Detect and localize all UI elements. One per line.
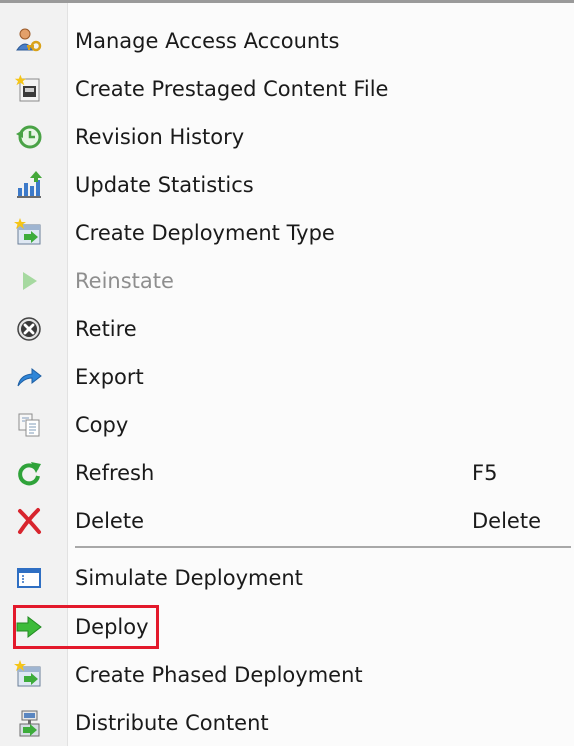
menu-item-reinstate: Reinstate [0, 258, 574, 304]
menu-item-label: Update Statistics [75, 173, 254, 197]
menu-separator [75, 546, 571, 548]
menu-item-delete[interactable]: Delete Delete [0, 498, 574, 544]
menu-item-export[interactable]: Export [0, 354, 574, 400]
manage-access-accounts-icon [14, 26, 44, 56]
menu-item-distribute-content[interactable]: Distribute Content [0, 700, 574, 746]
menu-item-label: Copy [75, 413, 129, 437]
menu-item-label: Revision History [75, 125, 245, 149]
shortcut-f5: F5 [472, 461, 498, 485]
menu-item-revision-history[interactable]: Revision History [0, 114, 574, 160]
menu-item-label: Export [75, 365, 144, 389]
menu-item-label: Retire [75, 317, 137, 341]
menu-item-label: Create Phased Deployment [75, 663, 363, 687]
retire-icon [14, 314, 44, 344]
delete-icon [14, 506, 44, 536]
create-prestaged-content-file-icon [14, 74, 44, 104]
menu-item-manage-access-accounts[interactable]: Manage Access Accounts [0, 18, 574, 64]
copy-icon [14, 410, 44, 440]
menu-item-create-prestaged-content-file[interactable]: Create Prestaged Content File [0, 66, 574, 112]
revision-history-icon [14, 122, 44, 152]
menu-item-retire[interactable]: Retire [0, 306, 574, 352]
menu-item-label: Reinstate [75, 269, 174, 293]
update-statistics-icon [14, 170, 44, 200]
create-phased-deployment-icon [14, 660, 44, 690]
menu-item-label: Delete [75, 509, 144, 533]
menu-item-update-statistics[interactable]: Update Statistics [0, 162, 574, 208]
menu-item-label: Distribute Content [75, 711, 269, 735]
simulate-deployment-icon [14, 563, 44, 593]
menu-item-copy[interactable]: Copy [0, 402, 574, 448]
menu-item-create-deployment-type[interactable]: Create Deployment Type [0, 210, 574, 256]
refresh-icon [14, 458, 44, 488]
menu-item-label: Create Prestaged Content File [75, 77, 389, 101]
menu-item-label: Refresh [75, 461, 155, 485]
menu-item-refresh[interactable]: Refresh F5 [0, 450, 574, 496]
deploy-highlight-box [13, 605, 159, 649]
export-icon [14, 362, 44, 392]
context-menu: Manage Access Accounts Create Prestaged … [0, 0, 574, 746]
reinstate-icon [14, 266, 44, 296]
menu-item-label: Create Deployment Type [75, 221, 335, 245]
create-deployment-type-icon [14, 218, 44, 248]
menu-item-simulate-deployment[interactable]: Simulate Deployment [0, 555, 574, 601]
menu-item-create-phased-deployment[interactable]: Create Phased Deployment [0, 652, 574, 698]
menu-top-border [0, 0, 574, 3]
menu-item-label: Manage Access Accounts [75, 29, 340, 53]
distribute-content-icon [14, 708, 44, 738]
menu-item-label: Simulate Deployment [75, 566, 303, 590]
shortcut-delete: Delete [472, 509, 541, 533]
